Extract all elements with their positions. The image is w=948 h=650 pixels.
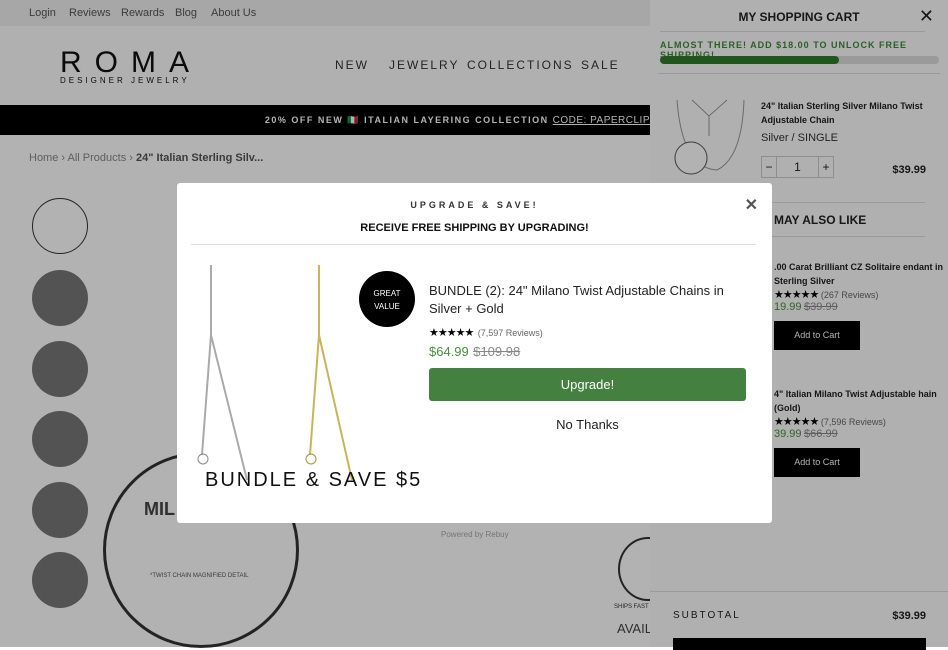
bundle-image-text: BUNDLE & SAVE $5 <box>205 469 423 491</box>
modal-kicker: UPGRADE & SAVE! <box>410 200 539 210</box>
close-modal-icon[interactable]: ✕ <box>745 195 758 215</box>
review-count: (7,597 Reviews) <box>477 328 543 338</box>
badge-line: VALUE <box>374 302 400 311</box>
upsell-modal: UPGRADE & SAVE! RECEIVE FREE SHIPPING BY… <box>177 183 772 523</box>
bundle-name: BUNDLE (2): 24" Milano Twist Adjustable … <box>429 283 724 316</box>
star-rating: ★★★★★ <box>429 327 474 339</box>
modal-title: RECEIVE FREE SHIPPING BY UPGRADING! <box>360 222 589 234</box>
great-value-badge: GREAT VALUE <box>359 271 415 327</box>
bundle-sale-price: $64.99 <box>429 344 469 359</box>
divider <box>191 244 756 245</box>
badge-line: GREAT <box>373 289 401 298</box>
upgrade-button[interactable]: Upgrade! <box>429 368 746 401</box>
no-thanks-button[interactable]: No Thanks <box>429 417 746 432</box>
bundle-original-price: $109.98 <box>473 344 521 359</box>
